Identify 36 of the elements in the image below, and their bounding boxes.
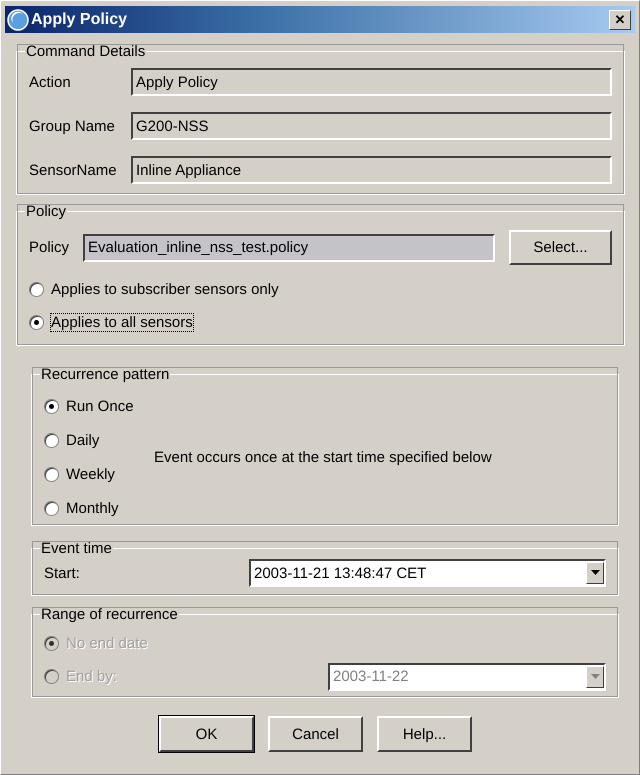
radio-label: Daily xyxy=(66,432,100,448)
radio-button[interactable] xyxy=(29,282,44,297)
policy-field[interactable]: Evaluation_inline_nss_test.policy xyxy=(83,234,495,262)
radio-button[interactable] xyxy=(44,500,59,516)
window-title: Apply Policy xyxy=(31,10,128,28)
radio-button[interactable] xyxy=(44,466,59,482)
radio-label: Run Once xyxy=(66,398,134,414)
field-label: SensorName xyxy=(29,162,118,178)
dialog-button[interactable]: Help... xyxy=(377,716,472,752)
group-title: Command Details xyxy=(25,43,146,60)
group-title: Event time xyxy=(40,540,113,557)
field-label: Policy xyxy=(29,239,69,256)
radio-button[interactable] xyxy=(44,432,59,448)
caret-icon[interactable] xyxy=(590,570,600,576)
dialog-button[interactable]: OK xyxy=(159,716,254,752)
select-button[interactable]: Select... xyxy=(509,230,612,265)
radio-label: Applies to all sensors xyxy=(51,314,193,331)
close-button[interactable]: ✕ xyxy=(609,10,631,30)
radio-label: Weekly xyxy=(66,466,115,482)
text-field[interactable]: G200-NSS xyxy=(131,112,612,140)
radio-button[interactable] xyxy=(44,398,59,414)
group-title: Range of recurrence xyxy=(40,606,179,623)
globe-icon xyxy=(7,8,29,30)
group-title: Policy xyxy=(25,203,68,220)
field-label: Group Name xyxy=(29,118,116,134)
description-text: Event occurs once at the start time specified below xyxy=(154,448,492,466)
radio-label: Applies to subscriber sensors only xyxy=(51,281,279,298)
text-field[interactable]: Apply Policy xyxy=(131,68,612,96)
radio-label: Monthly xyxy=(66,500,119,516)
field-label: Start: xyxy=(44,564,81,582)
group-title: Recurrence pattern xyxy=(40,366,170,383)
radio-button[interactable] xyxy=(29,315,44,330)
text-field[interactable]: Inline Appliance xyxy=(131,156,612,184)
date-time-dropdown[interactable]: 2003-11-21 13:48:47 CET xyxy=(249,559,606,587)
field-label: Action xyxy=(29,74,72,90)
dialog-button[interactable]: Cancel xyxy=(268,716,363,752)
